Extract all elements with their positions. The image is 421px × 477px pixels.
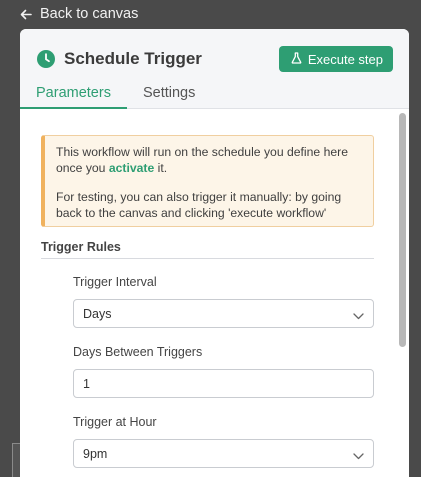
chevron-down-icon bbox=[353, 309, 364, 323]
scrollbar-thumb[interactable] bbox=[399, 113, 406, 347]
notice-text: This workflow will run on the schedule y… bbox=[56, 145, 348, 175]
days-between-label: Days Between Triggers bbox=[73, 345, 203, 359]
trigger-interval-label: Trigger Interval bbox=[73, 275, 157, 289]
tab-settings[interactable]: Settings bbox=[127, 79, 211, 109]
days-between-value: 1 bbox=[83, 376, 90, 391]
flask-icon bbox=[291, 51, 302, 67]
execute-step-label: Execute step bbox=[307, 51, 383, 67]
trigger-interval-select[interactable]: Days bbox=[73, 299, 374, 328]
execute-step-button[interactable]: Execute step bbox=[278, 46, 393, 72]
notice-text: it. bbox=[154, 160, 168, 175]
trigger-interval-value: Days bbox=[83, 306, 112, 321]
notice-text-primary: This workflow will run on the schedule y… bbox=[56, 145, 363, 176]
trigger-hour-label: Trigger at Hour bbox=[73, 415, 157, 429]
node-title: Schedule Trigger bbox=[64, 49, 202, 68]
activate-link[interactable]: activate bbox=[109, 161, 154, 175]
tab-parameters[interactable]: Parameters bbox=[20, 79, 127, 109]
trigger-hour-value: 9pm bbox=[83, 446, 108, 461]
chevron-down-icon bbox=[353, 449, 364, 463]
trigger-hour-select[interactable]: 9pm bbox=[73, 439, 374, 468]
trigger-rules-heading: Trigger Rules bbox=[41, 240, 374, 259]
arrow-left-icon bbox=[20, 9, 32, 20]
parameters-pane: This workflow will run on the schedule y… bbox=[20, 109, 409, 477]
activation-notice: This workflow will run on the schedule y… bbox=[41, 135, 374, 227]
clock-icon bbox=[37, 50, 55, 68]
panel-header: Schedule Trigger Execute step Parameters… bbox=[20, 29, 409, 109]
notice-text-secondary: For testing, you can also trigger it man… bbox=[56, 190, 342, 220]
back-to-canvas-link[interactable]: Back to canvas bbox=[20, 6, 138, 22]
days-between-input[interactable]: 1 bbox=[73, 369, 374, 398]
panel-tabs: Parameters Settings bbox=[20, 79, 211, 109]
node-settings-panel: Schedule Trigger Execute step Parameters… bbox=[20, 29, 409, 477]
scrollbar[interactable] bbox=[398, 113, 407, 477]
back-to-canvas-label: Back to canvas bbox=[40, 6, 139, 22]
